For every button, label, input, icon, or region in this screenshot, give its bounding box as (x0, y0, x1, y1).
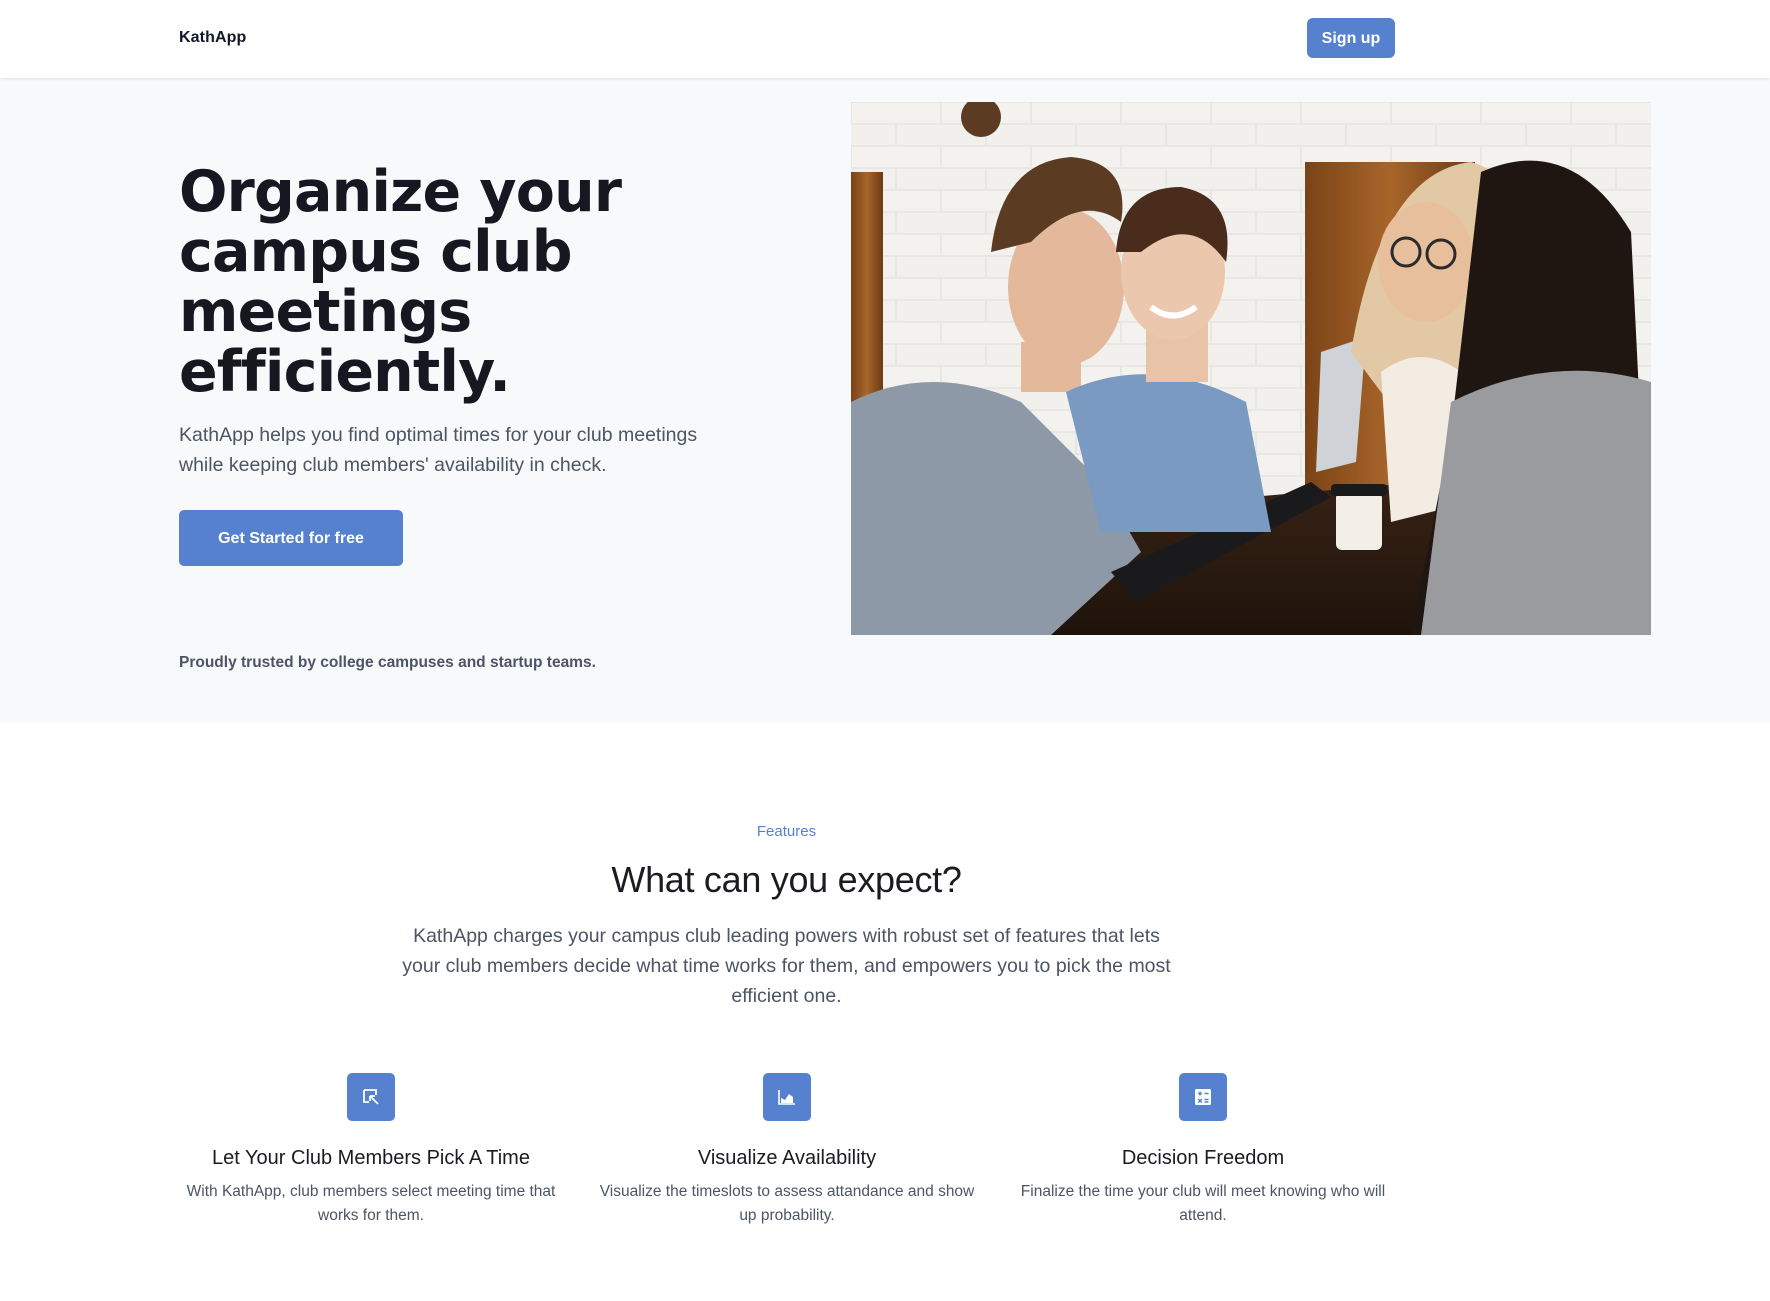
cursor-select-icon (347, 1073, 395, 1121)
feature-title: Visualize Availability (697, 1147, 877, 1169)
feature-description: With KathApp, club members select meetin… (186, 1183, 556, 1224)
hero-photo (851, 102, 1651, 635)
feature-description: Visualize the timeslots to assess attand… (599, 1183, 975, 1224)
trusted-by-text: Proudly trusted by college campuses and … (179, 654, 596, 671)
features-subtitle: KathApp charges your campus club leading… (402, 925, 1171, 1007)
feature-card-pick-time: Let Your Club Members Pick A Time With K… (176, 1073, 566, 1228)
top-navbar: KathApp Sign up (0, 0, 1770, 78)
area-chart-icon (763, 1073, 811, 1121)
feature-title: Let Your Club Members Pick A Time (212, 1147, 530, 1169)
feature-card-visualize: Visualize Availability Visualize the tim… (592, 1073, 982, 1228)
hero-section: Organize your campus club meetings effic… (0, 78, 1770, 723)
features-section: Features What can you expect? KathApp ch… (0, 723, 1770, 1301)
feature-title: Decision Freedom (1121, 1147, 1285, 1169)
features-title: What can you expect? (611, 859, 962, 900)
get-started-button[interactable]: Get Started for free (179, 510, 403, 566)
calculator-icon (1179, 1073, 1227, 1121)
feature-description: Finalize the time your club will meet kn… (1020, 1183, 1386, 1224)
features-eyebrow: Features (756, 823, 817, 840)
feature-card-decision: Decision Freedom Finalize the time your … (1008, 1073, 1398, 1228)
sign-up-button[interactable]: Sign up (1307, 18, 1395, 58)
hero-subtitle: KathApp helps you find optimal times for… (179, 424, 698, 476)
hero-title: Organize your campus club meetings effic… (179, 159, 622, 405)
students-meeting-illustration (851, 102, 1651, 635)
brand-logo[interactable]: KathApp (179, 29, 246, 47)
